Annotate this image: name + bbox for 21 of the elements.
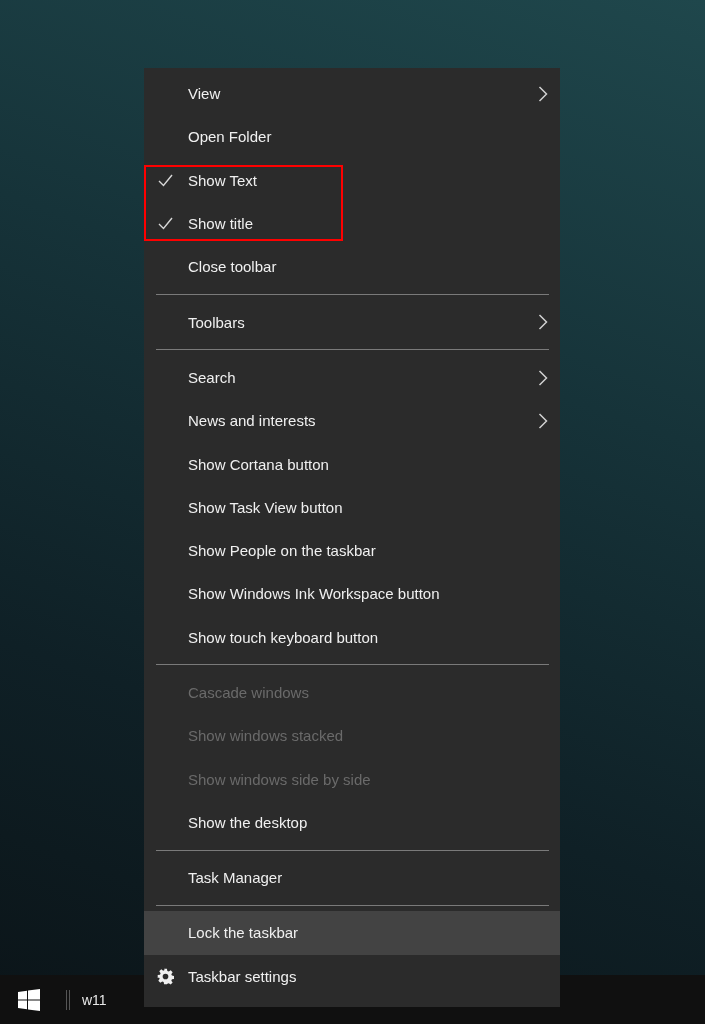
menu-item[interactable]: News and interests [144, 399, 560, 443]
menu-item[interactable]: Search [144, 355, 560, 400]
menu-item[interactable]: Show the desktop [144, 800, 560, 845]
menu-item[interactable]: Close toolbar [144, 245, 560, 289]
menu-item[interactable]: View [144, 72, 560, 116]
menu-item[interactable]: Open Folder [144, 115, 560, 159]
toolbar-label[interactable]: w11 [82, 991, 107, 1008]
menu-item[interactable]: Show touch keyboard button [144, 615, 560, 659]
menu-item[interactable]: Show title [144, 201, 560, 246]
settings-icon [157, 967, 174, 985]
menu-item[interactable]: Show Cortana button [144, 442, 560, 486]
windows-logo-icon[interactable] [18, 988, 40, 1011]
menu-item[interactable]: Show Windows Ink Workspace button [144, 572, 560, 616]
menu-item[interactable]: Lock the taskbar [144, 911, 560, 955]
menu-item[interactable]: Show People on the taskbar [144, 528, 560, 573]
menu-item[interactable]: Show Task View button [144, 485, 560, 529]
menu-item[interactable]: Taskbar settings [144, 954, 560, 998]
menu-item[interactable]: Toolbars [144, 300, 560, 344]
toolbar-grip-icon[interactable] [66, 989, 70, 1010]
menu-item[interactable]: Task Manager [144, 856, 560, 900]
menu-item[interactable]: Show Text [144, 158, 560, 202]
